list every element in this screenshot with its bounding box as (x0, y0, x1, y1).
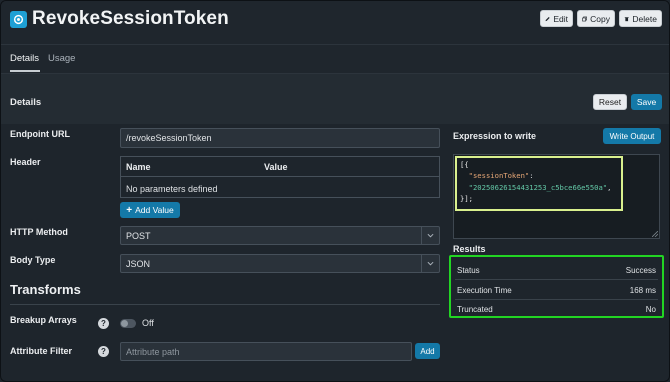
header-params-table: Name Value No parameters defined (120, 156, 440, 198)
attribute-filter-label: Attribute Filter (10, 346, 72, 356)
result-row-status: Status Success (451, 260, 662, 280)
trash-icon (624, 16, 629, 21)
body-type-value: JSON (126, 258, 151, 269)
breakup-arrays-label: Breakup Arrays (10, 315, 77, 325)
body-type-label: Body Type (10, 255, 56, 265)
code-colon: : (529, 171, 534, 181)
active-tab-indicator (10, 70, 40, 72)
help-icon[interactable]: ? (98, 346, 109, 357)
results-label: Results (453, 244, 486, 254)
endpoint-url-value: /revokeSessionToken (126, 133, 212, 143)
result-key: Execution Time (457, 286, 512, 295)
details-section-bar (1, 74, 669, 124)
code-close: }]; (460, 193, 473, 203)
empty-table-message: No parameters defined (126, 184, 218, 194)
delete-button[interactable]: Delete (619, 10, 662, 27)
code-comma: , (607, 182, 612, 192)
chevron-down-icon (421, 255, 439, 272)
endpoint-url-input[interactable]: /revokeSessionToken (120, 128, 440, 148)
breakup-arrays-state: Off (142, 318, 154, 328)
expression-label: Expression to write (453, 131, 537, 141)
copy-button[interactable]: Copy (577, 10, 615, 27)
details-section-title: Details (10, 97, 42, 108)
add-attribute-button[interactable]: Add (415, 343, 440, 359)
reset-button[interactable]: Reset (593, 94, 627, 110)
save-button[interactable]: Save (631, 94, 662, 110)
code-key: "sessionToken" (468, 171, 530, 181)
column-header-name: Name (126, 162, 151, 172)
tab-bar: Details Usage (1, 45, 669, 74)
code-value: "20250626154431253_c5bce66e550a" (468, 182, 608, 192)
endpoint-url-label: Endpoint URL (10, 129, 70, 139)
header-label: Header (10, 157, 41, 167)
copy-button-label: Copy (590, 13, 610, 24)
pencil-icon (545, 16, 550, 21)
app-window: RevokeSessionToken Edit Copy Delete Deta… (0, 0, 670, 382)
page-header: RevokeSessionToken Edit Copy Delete (1, 1, 669, 45)
result-value: No (645, 305, 656, 314)
edit-button[interactable]: Edit (540, 10, 573, 27)
page-title: RevokeSessionToken (32, 8, 229, 29)
endpoint-icon (10, 11, 27, 28)
delete-button-label: Delete (632, 13, 657, 24)
toggle-knob (121, 320, 128, 327)
resize-handle-icon[interactable] (652, 231, 658, 237)
write-output-button[interactable]: Write Output (603, 128, 661, 144)
chevron-down-icon (421, 227, 439, 244)
table-header-row: Name Value (121, 157, 439, 177)
tab-details[interactable]: Details (10, 53, 39, 64)
body-type-select[interactable]: JSON (120, 254, 440, 273)
plus-icon: + (126, 204, 133, 216)
add-value-label: Add Value (135, 205, 174, 215)
expression-code: [{ "sessionToken": "20250626154431253_c5… (460, 159, 611, 204)
result-row-execution-time: Execution Time 168 ms (451, 280, 662, 300)
http-method-select[interactable]: POST (120, 226, 440, 245)
attribute-filter-placeholder: Attribute path (126, 346, 180, 357)
attribute-filter-input[interactable]: Attribute path (120, 342, 412, 361)
result-value: 168 ms (629, 286, 656, 295)
code-open: [{ (460, 160, 469, 169)
add-value-button[interactable]: + Add Value (120, 202, 180, 218)
result-key: Truncated (457, 305, 493, 314)
column-header-value: Value (264, 162, 288, 172)
tab-usage[interactable]: Usage (48, 53, 75, 64)
breakup-arrays-toggle[interactable] (120, 319, 136, 328)
transforms-divider (10, 304, 440, 305)
http-method-value: POST (126, 230, 151, 241)
help-icon[interactable]: ? (98, 318, 109, 329)
result-key: Status (457, 266, 480, 275)
result-row-truncated: Truncated No (451, 299, 662, 319)
results-panel: Status Success Execution Time 168 ms Tru… (449, 255, 664, 318)
transforms-title: Transforms (10, 282, 81, 297)
edit-button-label: Edit (553, 13, 568, 24)
result-value: Success (625, 266, 656, 275)
copy-icon (582, 16, 587, 21)
http-method-label: HTTP Method (10, 227, 68, 237)
